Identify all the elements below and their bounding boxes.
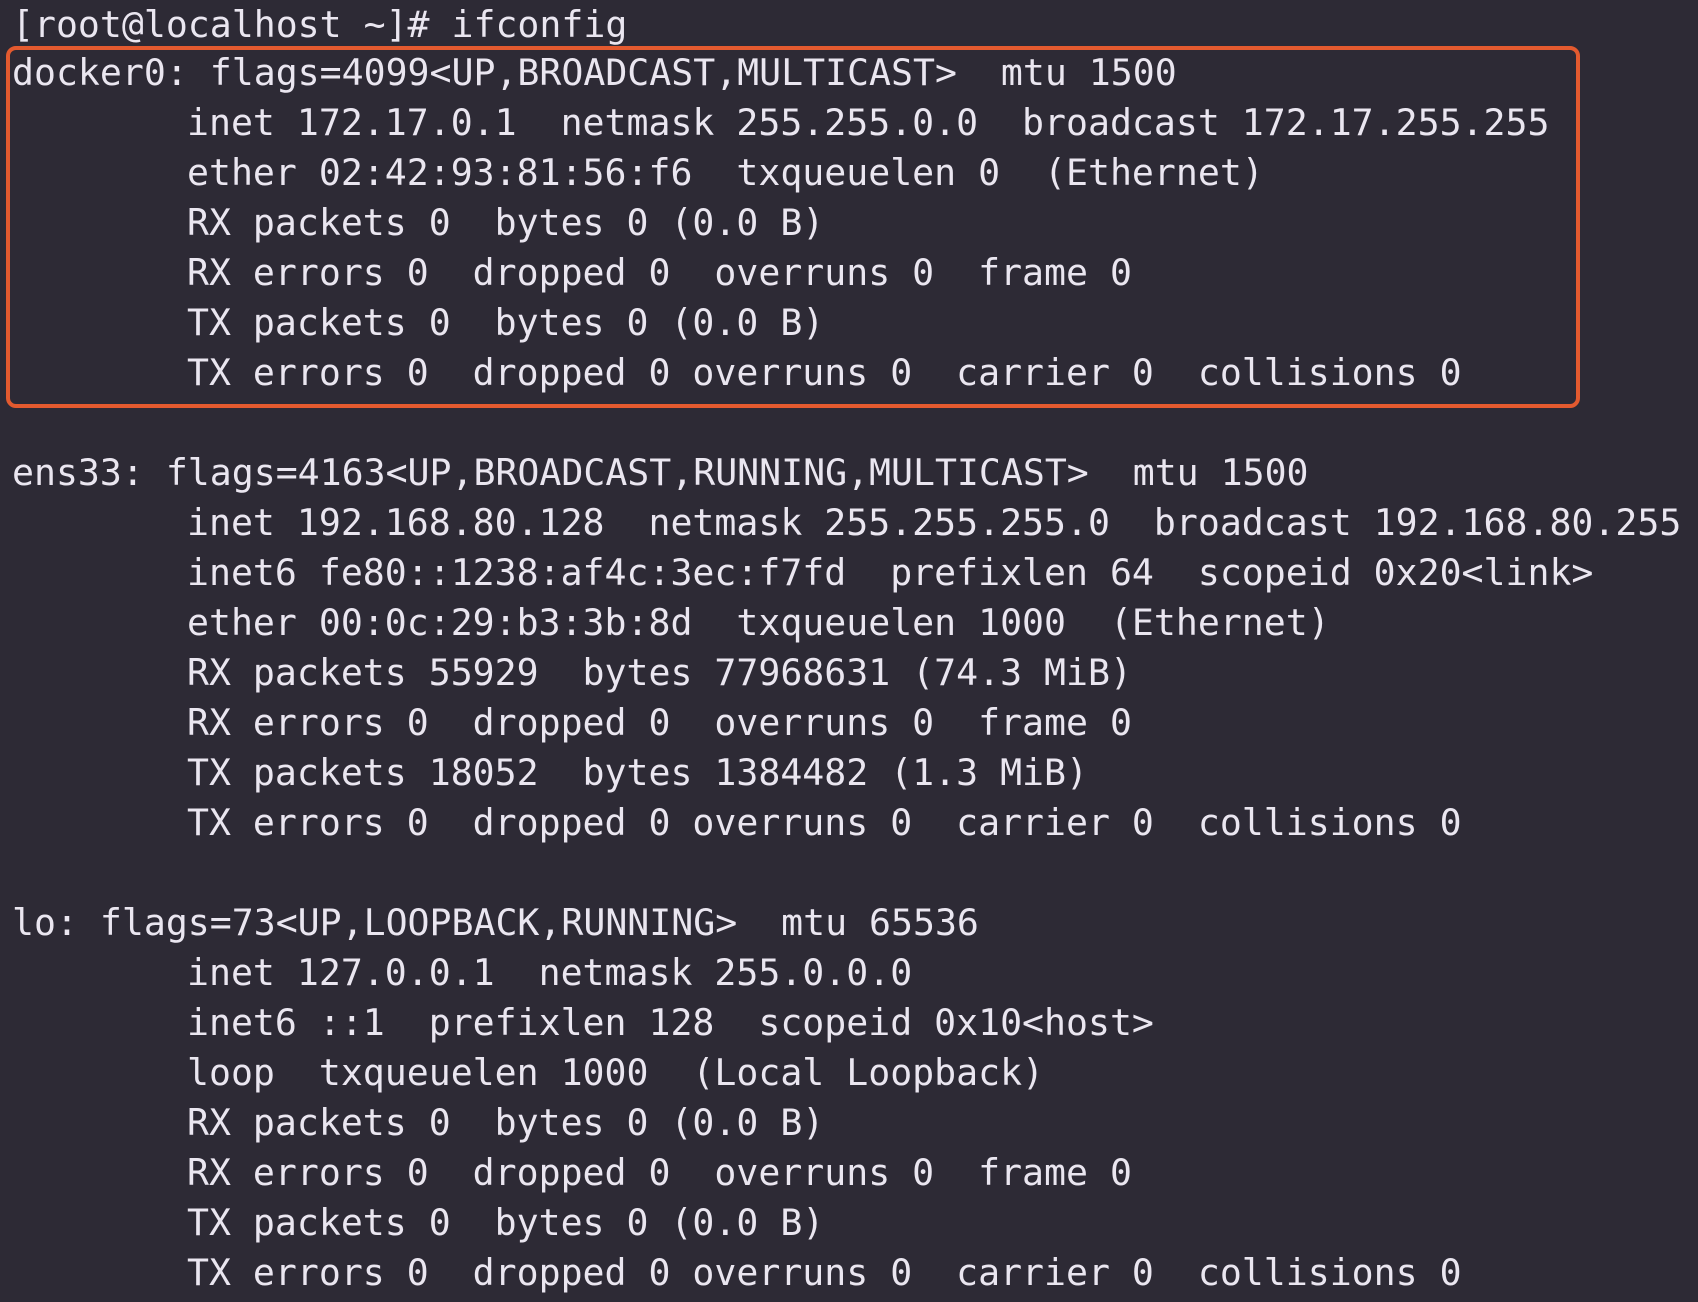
interface-detail-line: TX packets 0 bytes 0 (0.0 B)	[187, 1201, 825, 1244]
interface-detail-line: loop txqueuelen 1000 (Local Loopback)	[187, 1051, 1045, 1094]
interface-detail-line: TX errors 0 dropped 0 overruns 0 carrier…	[187, 801, 1462, 844]
interface-detail-line: inet6 fe80::1238:af4c:3ec:f7fd prefixlen…	[187, 551, 1594, 594]
interface-header-lo: lo: flags=73<UP,LOOPBACK,RUNNING> mtu 65…	[12, 901, 979, 944]
terminal-window[interactable]: [root@localhost ~]# ifconfig docker0: fl…	[0, 0, 1698, 1302]
interface-detail-line: RX packets 0 bytes 0 (0.0 B)	[187, 1101, 825, 1144]
interface-detail-line: RX errors 0 dropped 0 overruns 0 frame 0	[187, 251, 1132, 294]
interface-detail-line: RX errors 0 dropped 0 overruns 0 frame 0	[187, 701, 1132, 744]
interface-detail-line: ether 02:42:93:81:56:f6 txqueuelen 0 (Et…	[187, 151, 1264, 194]
interface-detail-line: TX packets 18052 bytes 1384482 (1.3 MiB)	[187, 751, 1088, 794]
interface-detail-line: inet 127.0.0.1 netmask 255.0.0.0	[187, 951, 913, 994]
interface-header-ens33: ens33: flags=4163<UP,BROADCAST,RUNNING,M…	[12, 451, 1309, 494]
command-prompt: [root@localhost ~]# ifconfig	[12, 3, 628, 46]
interface-detail-line: RX packets 55929 bytes 77968631 (74.3 Mi…	[187, 651, 1132, 694]
interface-detail-line: TX errors 0 dropped 0 overruns 0 carrier…	[187, 1251, 1462, 1294]
interface-detail-line: RX errors 0 dropped 0 overruns 0 frame 0	[187, 1151, 1132, 1194]
interface-detail-line: inet6 ::1 prefixlen 128 scopeid 0x10<hos…	[187, 1001, 1154, 1044]
interface-detail-line: inet 192.168.80.128 netmask 255.255.255.…	[187, 501, 1682, 544]
interface-detail-line: TX packets 0 bytes 0 (0.0 B)	[187, 301, 825, 344]
interface-detail-line: RX packets 0 bytes 0 (0.0 B)	[187, 201, 825, 244]
interface-header-docker0: docker0: flags=4099<UP,BROADCAST,MULTICA…	[12, 51, 1177, 94]
interface-detail-line: TX errors 0 dropped 0 overruns 0 carrier…	[187, 351, 1462, 394]
interface-detail-line: inet 172.17.0.1 netmask 255.255.0.0 broa…	[187, 101, 1550, 144]
interface-detail-line: ether 00:0c:29:b3:3b:8d txqueuelen 1000 …	[187, 601, 1330, 644]
